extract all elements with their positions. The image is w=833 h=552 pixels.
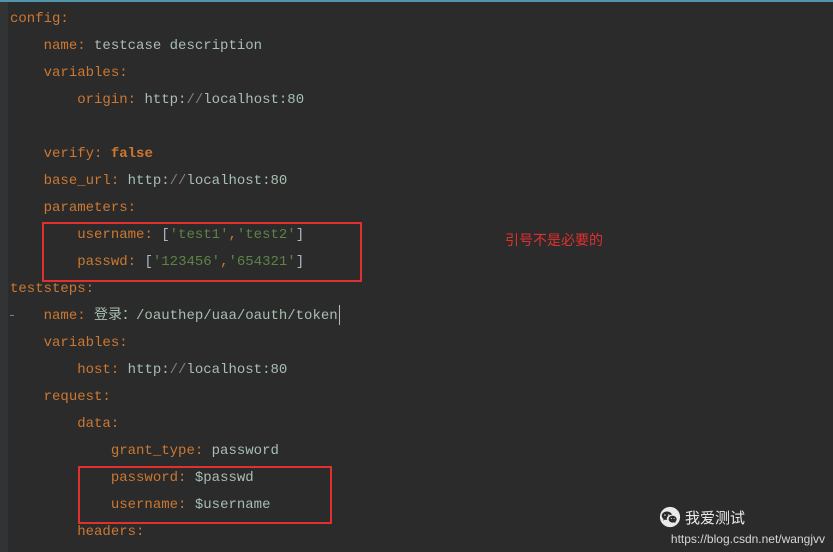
code-line: verify: false [8,141,833,168]
yaml-key: username [111,497,178,513]
code-area[interactable]: config: name: testcase description varia… [8,6,833,546]
yaml-key: headers [77,524,136,540]
yaml-string: '654321' [228,254,295,270]
yaml-key: name [44,308,78,324]
yaml-key: origin [77,92,127,108]
yaml-string: '123456' [153,254,220,270]
yaml-value: 登录： [94,308,136,324]
yaml-string: 'test2' [237,227,296,243]
yaml-key: variables [44,335,120,351]
yaml-value: $passwd [195,470,254,486]
yaml-key: variables [44,65,120,81]
yaml-key: base_url [44,173,111,189]
wechat-watermark: 我爱测试 [659,506,745,528]
yaml-value: testcase description [94,38,262,54]
csdn-url-watermark: https://blog.csdn.net/wangjvv [671,532,825,546]
code-line: origin: http://localhost:80 [8,87,833,114]
yaml-key: password [111,470,178,486]
yaml-key: request [44,389,103,405]
yaml-key: data [77,416,111,432]
code-line: base_url: http://localhost:80 [8,168,833,195]
code-line: name: testcase description [8,33,833,60]
code-line: parameters: [8,195,833,222]
code-line: password: $passwd [8,465,833,492]
code-line: teststeps: [8,276,833,303]
code-line: - name: 登录：/oauthep/uaa/oauth/token [8,303,833,330]
code-line: passwd: ['123456','654321'] [8,249,833,276]
yaml-key: host [77,362,111,378]
code-line: username: ['test1','test2'] [8,222,833,249]
code-line: variables: [8,330,833,357]
yaml-key: parameters [44,200,128,216]
code-line: variables: [8,60,833,87]
yaml-key: teststeps [10,281,86,297]
code-line: grant_type: password [8,438,833,465]
code-line: config: [8,6,833,33]
editor-top-border [0,0,833,2]
list-dash-icon: - [6,303,18,330]
yaml-key: name [44,38,78,54]
yaml-key: config [10,11,60,27]
annotation-text: 引号不是必要的 [505,230,603,250]
code-line-blank [8,114,833,141]
gutter [0,2,8,552]
yaml-key: verify [44,146,94,162]
yaml-key: username [77,227,144,243]
code-line: data: [8,411,833,438]
yaml-value: $username [195,497,271,513]
yaml-key: grant_type [111,443,195,459]
yaml-string: 'test1' [170,227,229,243]
yaml-value: password [212,443,279,459]
yaml-bool: false [111,146,153,162]
wechat-label: 我爱测试 [685,507,745,528]
wechat-icon [659,506,681,528]
code-line: request: [8,384,833,411]
text-cursor [339,305,340,325]
yaml-key: passwd [77,254,127,270]
code-line: host: http://localhost:80 [8,357,833,384]
